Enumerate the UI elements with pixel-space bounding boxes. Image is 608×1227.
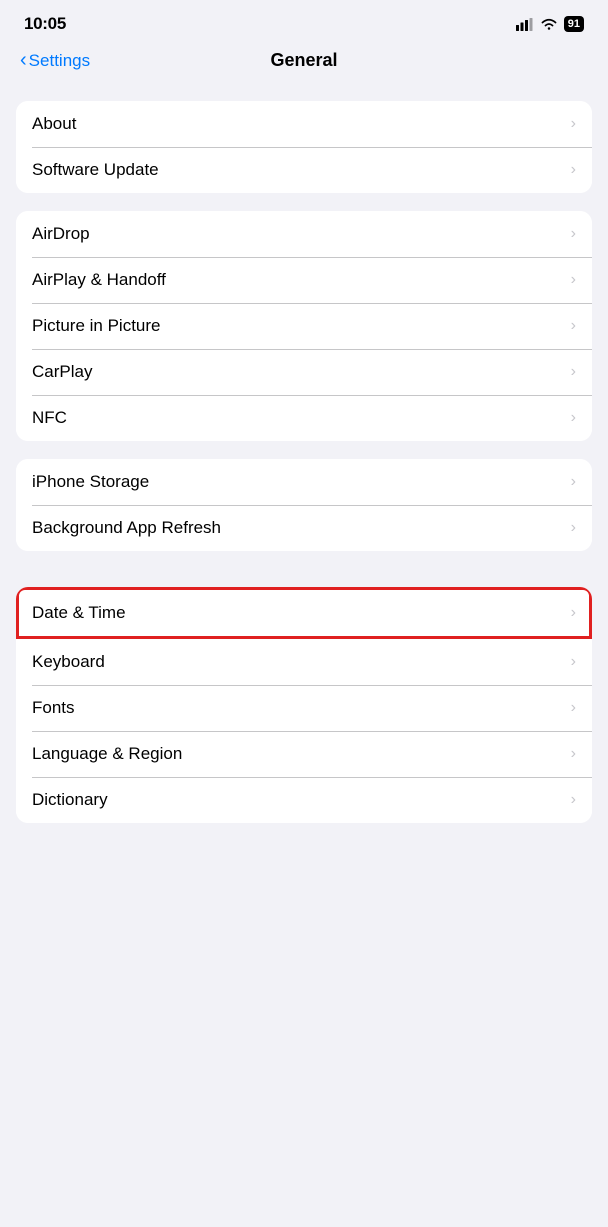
software-update-label: Software Update: [32, 160, 159, 180]
fonts-item[interactable]: Fonts ›: [16, 685, 592, 731]
nfc-item[interactable]: NFC ›: [16, 395, 592, 441]
status-bar: 10:05 91: [0, 0, 608, 42]
fonts-chevron: ›: [571, 699, 576, 717]
battery-icon: 91: [564, 16, 584, 32]
wifi-icon: [540, 18, 558, 31]
signal-icon: [516, 18, 534, 31]
dictionary-item[interactable]: Dictionary ›: [16, 777, 592, 823]
picture-in-picture-item[interactable]: Picture in Picture ›: [16, 303, 592, 349]
language-region-chevron: ›: [571, 745, 576, 763]
status-time: 10:05: [24, 14, 66, 34]
picture-in-picture-label: Picture in Picture: [32, 316, 161, 336]
airplay-handoff-item[interactable]: AirPlay & Handoff ›: [16, 257, 592, 303]
back-button[interactable]: ‹ Settings: [20, 51, 90, 71]
language-region-item[interactable]: Language & Region ›: [16, 731, 592, 777]
date-time-label: Date & Time: [32, 603, 126, 623]
background-app-refresh-label: Background App Refresh: [32, 518, 221, 538]
airdrop-chevron: ›: [571, 225, 576, 243]
airplay-handoff-chevron: ›: [571, 271, 576, 289]
airdrop-label: AirDrop: [32, 224, 90, 244]
software-update-chevron: ›: [571, 161, 576, 179]
settings-group-1: About › Software Update ›: [16, 101, 592, 193]
keyboard-item[interactable]: Keyboard ›: [16, 639, 592, 685]
keyboard-chevron: ›: [571, 653, 576, 671]
page-title: General: [270, 50, 337, 71]
background-app-refresh-item[interactable]: Background App Refresh ›: [16, 505, 592, 551]
fonts-label: Fonts: [32, 698, 75, 718]
iphone-storage-chevron: ›: [571, 473, 576, 491]
software-update-item[interactable]: Software Update ›: [16, 147, 592, 193]
carplay-label: CarPlay: [32, 362, 92, 382]
airdrop-item[interactable]: AirDrop ›: [16, 211, 592, 257]
carplay-chevron: ›: [571, 363, 576, 381]
about-label: About: [32, 114, 76, 134]
about-item[interactable]: About ›: [16, 101, 592, 147]
status-icons: 91: [516, 16, 584, 32]
date-time-item[interactable]: Date & Time ›: [16, 587, 592, 639]
settings-group-4-rest: Keyboard › Fonts › Language & Region › D…: [16, 639, 592, 823]
settings-group-2: AirDrop › AirPlay & Handoff › Picture in…: [16, 211, 592, 441]
carplay-item[interactable]: CarPlay ›: [16, 349, 592, 395]
keyboard-label: Keyboard: [32, 652, 105, 672]
airplay-handoff-label: AirPlay & Handoff: [32, 270, 166, 290]
about-chevron: ›: [571, 115, 576, 133]
nav-bar: ‹ Settings General: [0, 42, 608, 83]
settings-group-3: iPhone Storage › Background App Refresh …: [16, 459, 592, 551]
date-time-chevron: ›: [571, 604, 576, 622]
picture-in-picture-chevron: ›: [571, 317, 576, 335]
language-region-label: Language & Region: [32, 744, 182, 764]
back-label: Settings: [29, 51, 90, 71]
dictionary-chevron: ›: [571, 791, 576, 809]
nfc-chevron: ›: [571, 409, 576, 427]
dictionary-label: Dictionary: [32, 790, 108, 810]
iphone-storage-label: iPhone Storage: [32, 472, 149, 492]
background-app-refresh-chevron: ›: [571, 519, 576, 537]
nfc-label: NFC: [32, 408, 67, 428]
settings-group-4-container: Date & Time ›: [16, 587, 592, 639]
iphone-storage-item[interactable]: iPhone Storage ›: [16, 459, 592, 505]
back-chevron-icon: ‹: [20, 50, 27, 70]
